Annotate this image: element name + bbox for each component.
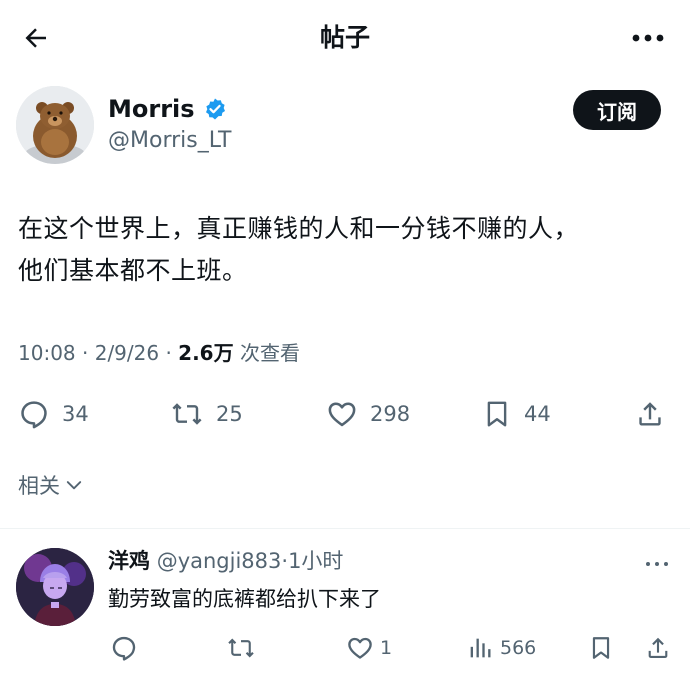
reply-button[interactable]: 34 [18, 392, 89, 436]
reply-bubble-icon [21, 401, 47, 429]
post-text: 在这个世界上，真正赚钱的人和一分钱不赚的人， 他们基本都不上班。 [18, 208, 678, 292]
share-button[interactable] [634, 392, 666, 436]
subscribe-button[interactable]: 订阅 [573, 90, 661, 130]
author-name[interactable]: Morris [108, 94, 195, 124]
reply-author-name[interactable]: 洋鸡 [108, 549, 150, 573]
meta-separator: · [82, 341, 95, 365]
bookmark-count: 44 [524, 402, 551, 426]
bookmark-icon [592, 637, 610, 659]
heart-icon [328, 402, 356, 427]
post-action-bar: 34 25 298 44 [0, 392, 690, 436]
repost-icon [172, 403, 202, 425]
bear-avatar-image [16, 86, 94, 164]
reply-bookmark-button[interactable] [588, 630, 614, 666]
bookmark-button[interactable]: 44 [482, 392, 551, 436]
repost-count: 25 [216, 402, 243, 426]
reply-like-count: 1 [380, 637, 393, 659]
reply-time[interactable]: 1小时 [288, 549, 343, 573]
reply-count: 34 [62, 402, 89, 426]
author-name-row: Morris [108, 94, 227, 124]
reply-action-bar: 1 566 [0, 630, 690, 666]
chevron-down-icon [66, 481, 82, 490]
view-count: 2.6万 [178, 341, 234, 365]
like-button[interactable]: 298 [326, 392, 410, 436]
reply-view-count: 566 [500, 637, 537, 659]
related-label: 相关 [18, 474, 60, 498]
reply-author-avatar[interactable] [16, 548, 94, 626]
repost-button[interactable]: 25 [170, 392, 243, 436]
reply-author-handle[interactable]: @yangji883 [157, 549, 282, 573]
verified-badge-icon [205, 98, 225, 120]
bookmark-icon [487, 401, 507, 427]
reply-header: 洋鸡 @yangji883·1小时 [108, 546, 343, 576]
view-count-label: 次查看 [239, 341, 300, 365]
analytics-bar-icon [470, 638, 491, 658]
related-toggle[interactable]: 相关 [18, 470, 84, 500]
reply-like-button[interactable]: 1 [346, 630, 392, 666]
top-bar: 帖子 [0, 0, 690, 75]
meta-separator: · [165, 341, 179, 365]
post-date[interactable]: 2/9/26 [95, 341, 159, 365]
reply-views-button[interactable]: 566 [466, 630, 536, 666]
repost-icon [228, 638, 254, 658]
post-text-line: 在这个世界上，真正赚钱的人和一分钱不赚的人， [18, 214, 580, 243]
author-avatar[interactable] [16, 86, 94, 164]
author-handle[interactable]: @Morris_LT [108, 127, 231, 155]
post-meta: 10:08 · 2/9/26 · 2.6万 次查看 [18, 338, 300, 368]
reply-repost-button[interactable] [226, 630, 256, 666]
heart-icon [348, 637, 372, 659]
cartoon-avatar-image [16, 548, 94, 626]
post-text-line: 他们基本都不上班。 [18, 256, 248, 285]
share-icon [648, 637, 668, 659]
reply-more-button[interactable] [642, 552, 672, 576]
share-icon [639, 402, 661, 426]
page-title: 帖子 [319, 23, 370, 52]
section-divider [0, 528, 690, 529]
post-time[interactable]: 10:08 [18, 341, 76, 365]
reply-text: 勤劳致富的底裤都给扒下来了 [108, 587, 381, 611]
reply-bubble-icon [112, 636, 136, 661]
reply-share-button[interactable] [644, 630, 672, 666]
more-horizontal-icon [646, 562, 668, 566]
like-count: 298 [370, 402, 411, 426]
reply-reply-button[interactable] [110, 630, 138, 666]
more-horizontal-icon [632, 34, 664, 42]
more-options-button[interactable] [628, 22, 668, 54]
